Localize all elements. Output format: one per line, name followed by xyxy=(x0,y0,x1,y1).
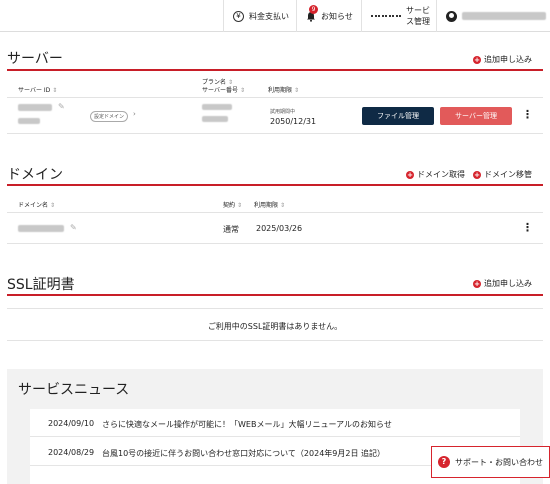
grid-icon xyxy=(371,15,401,17)
server-add-link[interactable]: + 追加申し込み xyxy=(473,54,532,65)
plan-name-redacted xyxy=(202,104,232,110)
col-contract[interactable]: 契約 ⇕ xyxy=(223,202,242,210)
domain-section-title: ドメイン xyxy=(7,167,63,183)
news-date: 2024/09/10 xyxy=(48,419,95,428)
top-bar: ¥ 料金支払い 9 お知らせ サービス管理 xyxy=(0,0,550,32)
ssl-add-label: 追加申し込み xyxy=(484,279,532,288)
plus-icon: + xyxy=(473,55,481,64)
services-menu[interactable]: サービス管理 xyxy=(361,0,435,32)
bell-icon: 9 xyxy=(306,4,318,22)
server-row-divider xyxy=(7,133,543,134)
domain-transfer-label: ドメイン移管 xyxy=(484,170,532,179)
domain-acquire-link[interactable]: + ドメイン取得 xyxy=(406,169,465,180)
news-text: 台風10号の接近に伴うお問い合わせ窓口対応について（2024年9月2日 追記） xyxy=(102,449,386,458)
server-manager-button[interactable]: サーバー管理 xyxy=(440,107,512,125)
server-more-icon[interactable]: ⋮ xyxy=(522,109,533,120)
trial-label: 試用期間中 xyxy=(270,109,296,115)
col-plan-name[interactable]: プラン名 ⇕ xyxy=(202,79,233,87)
plus-icon: + xyxy=(406,170,414,179)
server-section-title: サーバー xyxy=(7,51,63,67)
yen-icon: ¥ xyxy=(233,10,244,22)
server-section-divider xyxy=(7,69,543,71)
notice-badge: 9 xyxy=(309,4,318,14)
domain-contract-value: 通常 xyxy=(223,225,239,234)
news-item[interactable]: 2024/09/10 さらに快適なメール操作が可能に！「WEBメール」大幅リニュ… xyxy=(30,409,520,437)
domain-section-divider xyxy=(7,184,543,186)
news-section-title: サービスニュース xyxy=(18,382,130,398)
notice-label: お知らせ xyxy=(321,11,353,21)
server-expiry: 2050/12/31 xyxy=(270,117,317,126)
col-server-number[interactable]: サーバー番号 ⇕ xyxy=(202,87,245,95)
ssl-empty-message: ご利用中のSSL証明書はありません。 xyxy=(207,322,343,331)
account-menu[interactable] xyxy=(436,0,550,32)
services-label: サービス管理 xyxy=(406,6,430,26)
news-text: さらに快適なメール操作が可能に！「WEBメール」大幅リニューアルのお知らせ xyxy=(102,420,392,429)
ssl-header-divider xyxy=(7,308,543,309)
col-domain-period[interactable]: 利用期限 ⇕ xyxy=(254,202,285,210)
col-domain-name[interactable]: ドメイン名 ⇕ xyxy=(18,202,55,210)
ssl-add-link[interactable]: + 追加申し込み xyxy=(473,278,532,289)
support-contact-button[interactable]: ? サポート・お問い合わせ xyxy=(431,446,550,478)
file-manager-button[interactable]: ファイル管理 xyxy=(362,107,434,125)
server-number-redacted xyxy=(202,116,228,122)
domain-transfer-link[interactable]: + ドメイン移管 xyxy=(473,169,532,180)
server-sub-redacted xyxy=(18,118,40,124)
domain-header-divider xyxy=(7,212,543,213)
billing-menu[interactable]: ¥ 料金支払い xyxy=(223,0,295,32)
plus-icon: + xyxy=(473,170,481,179)
ssl-row-divider xyxy=(7,340,543,341)
col-server-id[interactable]: サーバー ID ⇕ xyxy=(18,87,57,95)
server-id-redacted xyxy=(18,104,52,111)
domain-row-divider xyxy=(7,243,543,244)
ssl-section-divider xyxy=(7,294,543,296)
plus-icon: + xyxy=(473,279,481,288)
notice-menu[interactable]: 9 お知らせ xyxy=(296,0,360,32)
news-date: 2024/08/29 xyxy=(48,448,95,457)
pencil-icon[interactable]: ✎ xyxy=(58,102,65,111)
billing-label: 料金支払い xyxy=(249,11,289,21)
domain-expiry: 2025/03/26 xyxy=(256,224,303,233)
domain-acquire-label: ドメイン取得 xyxy=(417,170,465,179)
question-icon: ? xyxy=(438,456,450,468)
server-header-divider xyxy=(7,97,543,98)
support-label: サポート・お問い合わせ xyxy=(455,457,543,467)
domain-more-icon[interactable]: ⋮ xyxy=(522,222,533,233)
col-usage-period[interactable]: 利用期限 ⇕ xyxy=(268,87,299,95)
account-name-redacted xyxy=(462,12,546,20)
server-add-label: 追加申し込み xyxy=(484,55,532,64)
chevron-right-icon[interactable]: › xyxy=(133,110,136,118)
ssl-section-title: SSL証明書 xyxy=(7,277,75,293)
user-icon xyxy=(446,10,457,22)
domain-setting-tag[interactable]: 設定ドメイン xyxy=(90,111,129,122)
domain-name-redacted xyxy=(18,225,64,232)
pencil-icon[interactable]: ✎ xyxy=(70,223,77,232)
